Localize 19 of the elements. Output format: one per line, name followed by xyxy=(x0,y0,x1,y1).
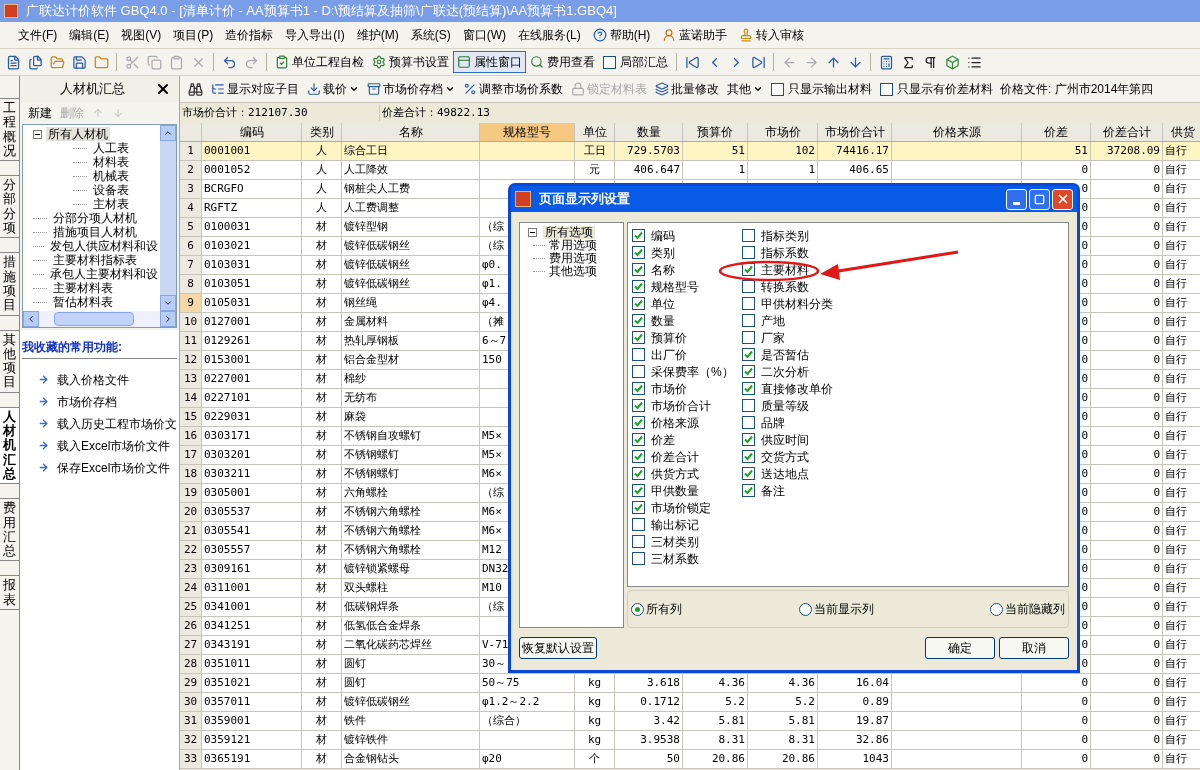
table-cell: 个 xyxy=(575,750,615,769)
table-cell: 0365191 xyxy=(202,750,302,769)
table-cell: 0 xyxy=(1022,750,1091,769)
table-cell: 材 xyxy=(302,750,342,769)
panel-title: 人材机汇总 xyxy=(60,80,125,99)
section-heading: 我收藏的常用功能: xyxy=(22,338,177,359)
table-cell: 20.86 xyxy=(748,750,818,769)
table-cell: φ20 xyxy=(480,750,575,769)
table-cell: 20.86 xyxy=(683,750,748,769)
total-label: 市场价合计：212107.30 xyxy=(180,104,380,122)
table-cell: 0 xyxy=(1091,750,1163,769)
dialog-title: 页面显示列设置 xyxy=(539,190,631,209)
table-cell: 1043 xyxy=(818,750,892,769)
table-cell: 自行 xyxy=(1163,750,1200,769)
window-title: 广联达计价软件 GBQ4.0 - [清单计价 - AA预算书1 - D:\预结算及抽筛\广联达(预结算)\AA预算书1.GBQ4] xyxy=(26,2,617,21)
table-cell: 合金钢钻头 xyxy=(342,750,480,769)
price-file-label: 价格文件: 广州市2014年第四 xyxy=(999,81,1154,98)
total-label: 价差合计：49822.13 xyxy=(381,104,491,121)
table-cell: 50 xyxy=(615,750,683,769)
